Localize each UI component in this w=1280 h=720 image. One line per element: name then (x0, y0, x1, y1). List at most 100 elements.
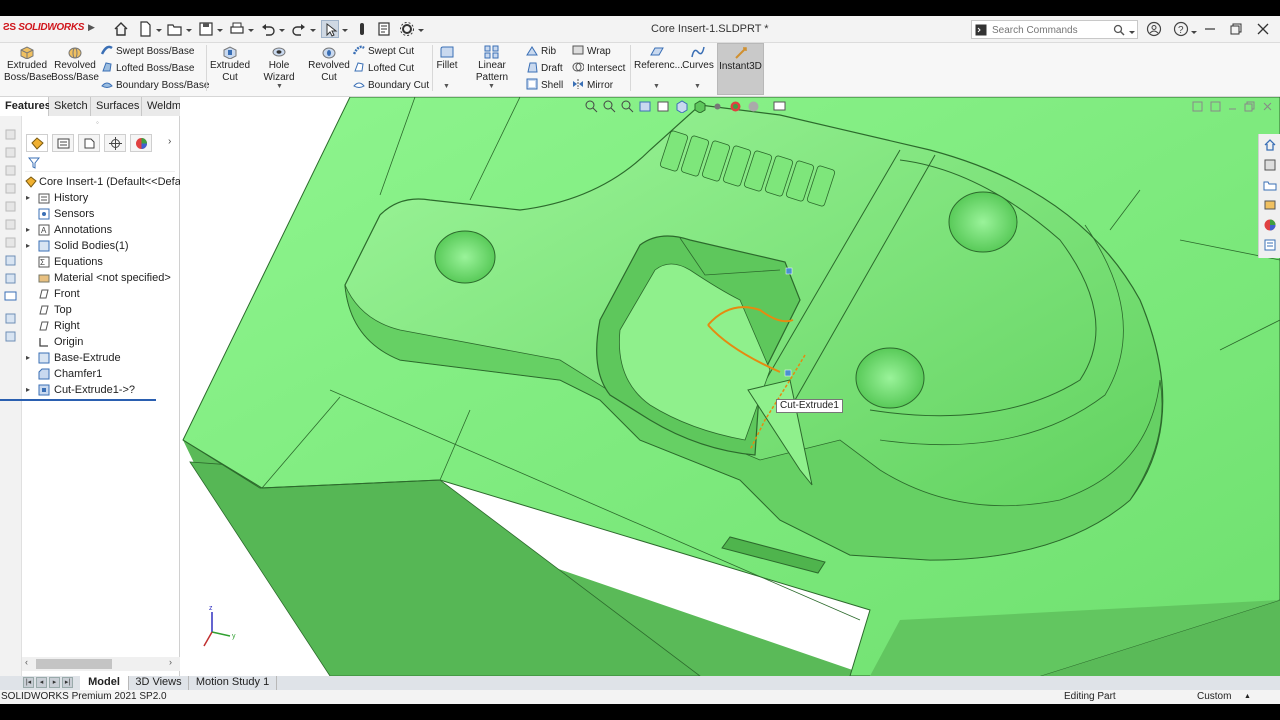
undo-icon[interactable] (259, 20, 277, 38)
boundary-boss-button[interactable]: Boundary Boss/Base (101, 78, 209, 94)
expand-arrow-icon[interactable]: ▸ (26, 238, 34, 254)
extruded-boss-button[interactable]: Extruded Boss/Base (4, 45, 52, 84)
doc-close-icon[interactable] (1262, 101, 1273, 112)
view-settings-icon[interactable] (773, 100, 786, 113)
faded-tool-icon[interactable] (4, 182, 17, 195)
tree-item-base-extrude[interactable]: ▸ Base-Extrude (22, 350, 180, 366)
search-input[interactable] (992, 23, 1110, 37)
options-gear-icon[interactable] (398, 20, 416, 38)
user-account-icon[interactable] (1146, 21, 1162, 37)
save-icon[interactable] (197, 20, 215, 38)
section-view-icon[interactable] (639, 100, 652, 113)
screen-capture-icon[interactable] (4, 290, 17, 303)
shell-button[interactable]: Shell (526, 78, 563, 94)
select-cursor-icon[interactable] (321, 20, 339, 38)
options-dropdown-icon[interactable] (418, 25, 424, 32)
tree-rollback-bar[interactable] (0, 399, 156, 401)
swept-boss-button[interactable]: Swept Boss/Base (101, 44, 194, 60)
help-icon[interactable]: ? (1173, 21, 1189, 37)
tab-surfaces[interactable]: Surfaces (91, 97, 142, 116)
apply-scene-icon[interactable] (747, 100, 760, 113)
prev-tab-icon[interactable]: ◂ (36, 677, 47, 688)
unit-system-selector[interactable]: Custom (1197, 690, 1231, 704)
save-dropdown-icon[interactable] (217, 25, 223, 32)
tree-item-sensors[interactable]: Sensors (22, 206, 180, 222)
file-properties-icon[interactable] (375, 20, 393, 38)
property-manager-tab[interactable] (52, 134, 74, 152)
lofted-boss-button[interactable]: Lofted Boss/Base (101, 61, 194, 77)
lofted-cut-button[interactable]: Lofted Cut (353, 61, 414, 77)
scroll-thumb[interactable] (36, 659, 112, 669)
faded-tool-icon[interactable] (4, 146, 17, 159)
first-tab-icon[interactable]: |◂ (23, 677, 34, 688)
sketch-tool-icon[interactable] (4, 312, 17, 325)
feature-manager-tab[interactable] (26, 134, 48, 152)
custom-properties-icon[interactable] (1263, 238, 1277, 252)
revolved-boss-button[interactable]: Revolved Boss/Base (51, 45, 99, 84)
revolved-cut-button[interactable]: Revolved Cut (307, 45, 351, 84)
design-library-icon[interactable] (1263, 158, 1277, 172)
close-window-icon[interactable] (1255, 21, 1271, 37)
tree-item-front[interactable]: Front (22, 286, 180, 302)
tree-item-right[interactable]: Right (22, 318, 180, 334)
print-icon[interactable] (228, 20, 246, 38)
faded-tool-icon[interactable] (4, 128, 17, 141)
expand-arrow-icon[interactable]: ▸ (26, 190, 34, 206)
tree-item-material-not-specified[interactable]: Material <not specified> (22, 270, 180, 286)
search-dropdown-icon[interactable] (1129, 27, 1135, 34)
scroll-right-icon[interactable]: › (169, 657, 172, 667)
curves-dropdown-icon[interactable]: ▼ (694, 83, 701, 90)
draft-button[interactable]: Draft (526, 61, 563, 77)
previous-view-icon[interactable] (621, 100, 634, 113)
tree-item-origin[interactable]: Origin (22, 334, 180, 350)
hole-wizard-button[interactable]: Hole Wizard (253, 45, 305, 84)
expand-arrow-icon[interactable]: ▸ (26, 222, 34, 238)
linear-pattern-button[interactable]: Linear Pattern (462, 45, 522, 84)
rebuild-icon[interactable] (353, 20, 371, 38)
tabs-scroll-right-icon[interactable]: › (168, 136, 171, 147)
open-icon[interactable] (166, 20, 184, 38)
sketch-tool-icon[interactable] (4, 330, 17, 343)
select-dropdown-icon[interactable] (342, 25, 348, 32)
search-icon[interactable] (1113, 24, 1125, 36)
new-document-icon[interactable] (136, 20, 154, 38)
redo-dropdown-icon[interactable] (310, 25, 316, 32)
faded-tool-icon[interactable] (4, 218, 17, 231)
tree-item-solid-bodies-1[interactable]: ▸ Solid Bodies(1) (22, 238, 180, 254)
rib-button[interactable]: Rib (526, 44, 556, 60)
sketch-tool-icon[interactable] (4, 272, 17, 285)
last-tab-icon[interactable]: ▸| (62, 677, 73, 688)
tree-item-chamfer1[interactable]: Chamfer1 (22, 366, 180, 382)
search-commands-box[interactable] (971, 20, 1138, 39)
graphics-area[interactable]: z y (180, 97, 1280, 676)
tree-item-top[interactable]: Top (22, 302, 180, 318)
restore-window-icon[interactable] (1228, 21, 1244, 37)
reference-geometry-button[interactable]: Referenc... (634, 45, 683, 72)
mirror-button[interactable]: Mirror (572, 78, 613, 94)
linear-pattern-dropdown-icon[interactable]: ▼ (488, 83, 495, 90)
tile-icon[interactable] (1192, 101, 1203, 112)
tab-features[interactable]: Features (0, 97, 51, 116)
dimxpert-manager-tab[interactable] (104, 134, 126, 152)
instant3d-button[interactable]: Instant3D (717, 43, 764, 95)
extruded-cut-button[interactable]: Extruded Cut (209, 45, 251, 84)
zoom-to-fit-icon[interactable] (585, 100, 598, 113)
panel-grip[interactable]: ◦ (96, 118, 99, 127)
display-manager-tab[interactable] (130, 134, 152, 152)
zoom-to-area-icon[interactable] (603, 100, 616, 113)
faded-tool-icon[interactable] (4, 236, 17, 249)
doc-restore-icon[interactable] (1244, 101, 1255, 112)
curves-button[interactable]: Curves (682, 45, 714, 72)
wrap-button[interactable]: Wrap (572, 44, 611, 60)
menu-arrow-icon[interactable]: ▶ (88, 22, 95, 33)
faded-tool-icon[interactable] (4, 164, 17, 177)
reference-dropdown-icon[interactable]: ▼ (653, 83, 660, 90)
bottom-tab-model[interactable]: Model (80, 676, 129, 690)
tree-item-cut-extrude1[interactable]: ▸ Cut-Extrude1->? (22, 382, 180, 398)
core-insert-model[interactable] (180, 97, 1280, 676)
display-style-icon[interactable] (693, 100, 706, 113)
dynamic-annotation-icon[interactable] (657, 100, 670, 113)
undo-dropdown-icon[interactable] (279, 25, 285, 32)
help-dropdown-icon[interactable] (1191, 27, 1197, 34)
print-dropdown-icon[interactable] (248, 25, 254, 32)
